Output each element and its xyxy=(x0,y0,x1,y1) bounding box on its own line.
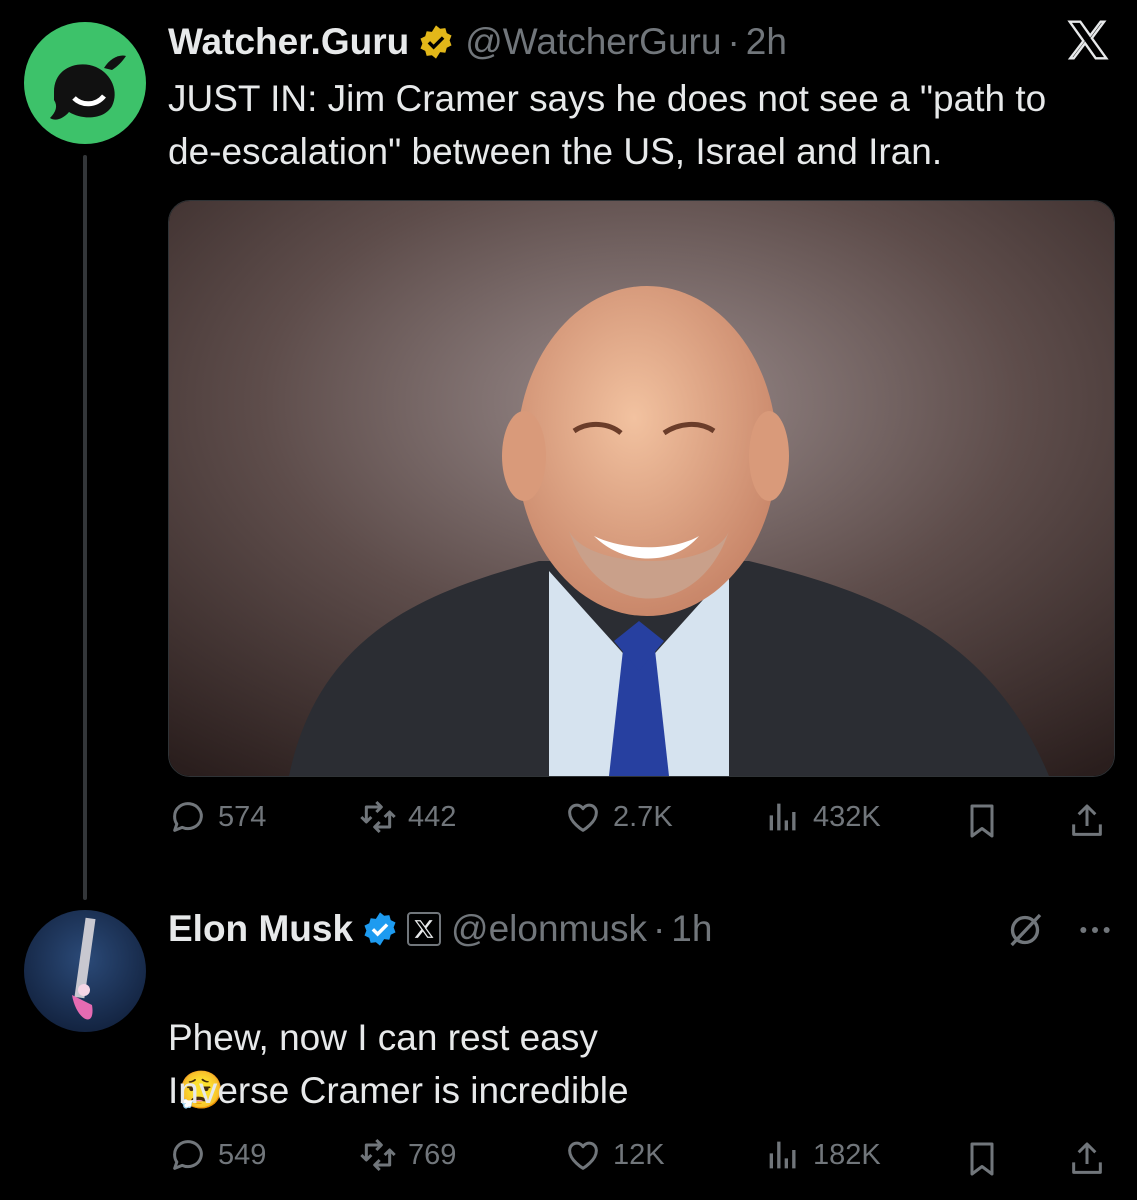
like-count: 12K xyxy=(613,1138,665,1171)
views-icon xyxy=(769,1141,796,1169)
tweet-watcherguru[interactable]: Watcher.Guru @WatcherGuru · 2h JUST IN: … xyxy=(0,0,1137,900)
like-button[interactable]: 2.7K xyxy=(563,797,673,837)
tweet2-text-line1: Phew, now I can rest easy xyxy=(168,1017,598,1058)
more-icon xyxy=(1080,927,1110,933)
gold-verified-badge-icon xyxy=(420,25,452,59)
repost-icon xyxy=(360,800,396,834)
author-handle[interactable]: @WatcherGuru xyxy=(465,21,721,63)
like-button[interactable]: 12K xyxy=(563,1135,665,1175)
views-count: 432K xyxy=(813,800,881,833)
x-affiliate-badge-icon xyxy=(407,912,442,946)
heart-icon xyxy=(568,803,598,832)
tweet1-actions: 574 442 2.7K 432K xyxy=(168,797,1113,847)
tweet2-actions: 549 769 12K 182K xyxy=(168,1135,1113,1185)
views-button[interactable]: 182K xyxy=(763,1135,881,1175)
separator-dot: · xyxy=(727,21,740,62)
separator-dot: · xyxy=(652,908,666,949)
tweet1-header: Watcher.Guru @WatcherGuru · 2h xyxy=(168,20,787,64)
tweet-time[interactable]: 2h xyxy=(746,21,787,63)
author-name[interactable]: Elon Musk xyxy=(168,908,353,950)
grok-icon xyxy=(1010,913,1042,947)
like-count: 2.7K xyxy=(613,800,673,833)
repost-button[interactable]: 769 xyxy=(358,1135,456,1175)
watcherguru-avatar[interactable] xyxy=(24,22,146,144)
repost-button[interactable]: 442 xyxy=(358,797,456,837)
author-name[interactable]: Watcher.Guru xyxy=(168,21,409,63)
reply-count: 549 xyxy=(218,1138,267,1171)
views-count: 182K xyxy=(813,1138,881,1171)
thread-line xyxy=(83,155,87,900)
repost-count: 442 xyxy=(408,800,457,833)
bookmark-icon xyxy=(970,804,994,838)
tweet-time[interactable]: 1h xyxy=(671,908,712,950)
author-handle[interactable]: @elonmusk xyxy=(451,908,647,950)
reply-button[interactable]: 549 xyxy=(168,1135,266,1175)
photo-jim-cramer xyxy=(169,201,1114,776)
share-button[interactable] xyxy=(1065,1137,1109,1181)
whale-logo-icon xyxy=(50,55,126,120)
views-button[interactable]: 432K xyxy=(763,797,881,837)
tweet-elonmusk[interactable]: Elon Musk @elonmusk · 1h Phew, now I can… xyxy=(0,880,1137,1200)
heart-icon xyxy=(568,1141,598,1170)
x-logo-icon xyxy=(1067,20,1109,60)
views-icon xyxy=(769,803,796,831)
grok-button[interactable] xyxy=(1003,908,1047,952)
reply-icon xyxy=(173,1140,203,1170)
repost-icon xyxy=(360,1138,396,1172)
tweet1-text: JUST IN: Jim Cramer says he does not see… xyxy=(168,78,1047,172)
share-icon xyxy=(1072,1142,1102,1174)
share-button[interactable] xyxy=(1065,799,1109,843)
blue-verified-badge-icon xyxy=(364,912,396,946)
bookmark-icon xyxy=(970,1142,994,1176)
repost-count: 769 xyxy=(408,1138,457,1171)
share-icon xyxy=(1072,804,1102,836)
tweet2-header: Elon Musk @elonmusk · 1h xyxy=(168,907,712,951)
reply-button[interactable]: 574 xyxy=(168,797,266,837)
elonmusk-avatar[interactable] xyxy=(24,910,146,1032)
bookmark-button[interactable] xyxy=(960,1137,1004,1181)
rocket-launch-icon xyxy=(72,917,96,1020)
more-button[interactable] xyxy=(1073,908,1117,952)
reply-icon xyxy=(173,802,203,832)
tweet2-text-line2: Inverse Cramer is incredible xyxy=(168,1070,629,1111)
tweet-photo[interactable] xyxy=(168,200,1115,777)
reply-count: 574 xyxy=(218,800,267,833)
bookmark-button[interactable] xyxy=(960,799,1004,843)
